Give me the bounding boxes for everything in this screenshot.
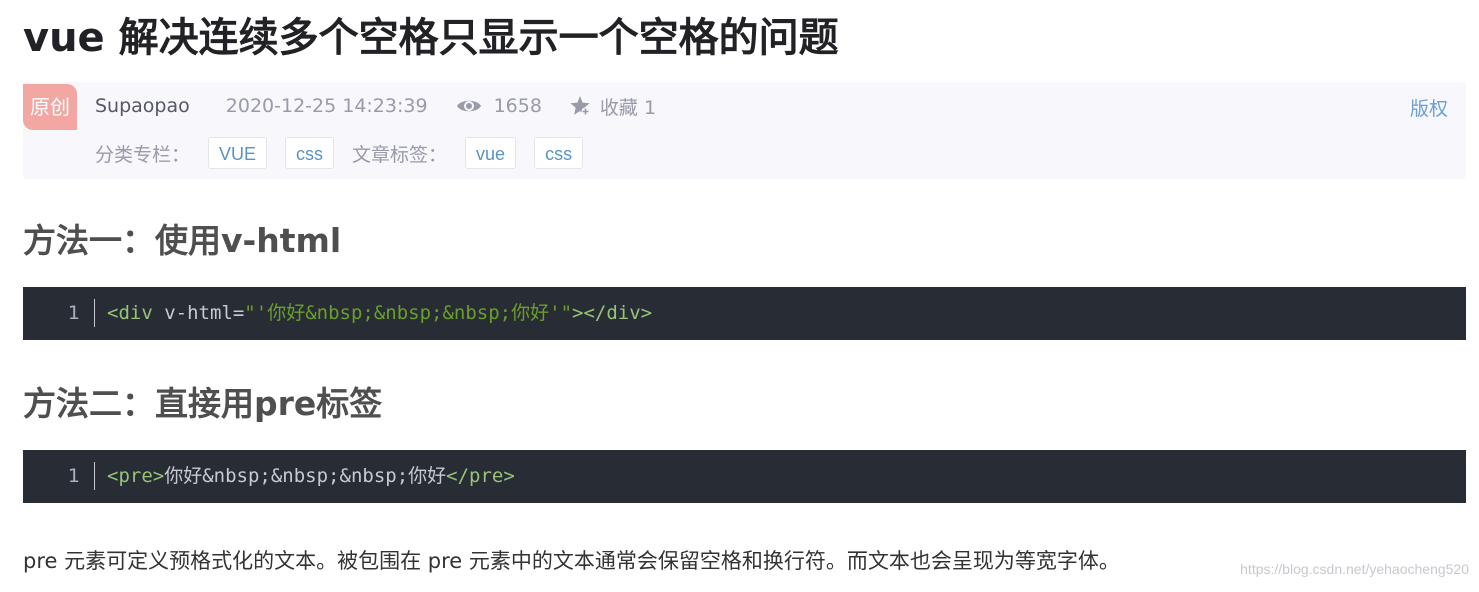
favorite-button[interactable]: 收藏 1 bbox=[600, 93, 656, 120]
line-number-divider bbox=[94, 462, 95, 490]
article-tag-css[interactable]: css bbox=[534, 137, 584, 169]
code-text: 你好 bbox=[511, 302, 550, 324]
article-title: vue 解决连续多个空格只显示一个空格的问题 bbox=[23, 15, 839, 61]
code-tag-close: ></div> bbox=[572, 302, 653, 324]
code-entity: &nbsp; bbox=[270, 465, 340, 487]
line-number: 1 bbox=[67, 302, 80, 324]
code-entity: &nbsp; bbox=[202, 465, 271, 487]
eye-icon bbox=[456, 100, 481, 112]
code-entity: &nbsp; bbox=[442, 302, 512, 324]
publish-date: 2020-12-25 14:23:39 bbox=[225, 95, 428, 117]
code-string-quote: "' bbox=[244, 302, 268, 324]
meta-tags-row: 分类专栏： VUE css 文章标签： vue css bbox=[95, 135, 601, 171]
article-meta-box: 原创 Supaopao 2020-12-25 14:23:39 1658 收藏 … bbox=[23, 82, 1466, 179]
section-heading-method-1: 方法一：使用v-html bbox=[23, 221, 342, 260]
body-paragraph: pre 元素可定义预格式化的文本。被包围在 pre 元素中的文本通常会保留空格和… bbox=[23, 549, 1120, 573]
code-tag-open: <pre> bbox=[107, 465, 165, 487]
code-line: <pre>你好&nbsp;&nbsp;&nbsp;你好</pre> bbox=[107, 450, 515, 503]
view-count: 1658 bbox=[493, 95, 542, 117]
code-entity: &nbsp; bbox=[339, 465, 409, 487]
meta-info-row: Supaopao 2020-12-25 14:23:39 1658 收藏 1 bbox=[95, 92, 656, 120]
line-number: 1 bbox=[67, 465, 80, 487]
code-entity: &nbsp; bbox=[373, 302, 443, 324]
code-text: 你好 bbox=[164, 465, 203, 487]
code-text: 你好 bbox=[408, 465, 447, 487]
line-number-divider bbox=[94, 299, 95, 327]
author-link[interactable]: Supaopao bbox=[95, 95, 190, 117]
code-tag-open: <div bbox=[107, 302, 153, 324]
original-badge: 原创 bbox=[23, 84, 77, 130]
section-heading-method-2: 方法二：直接用pre标签 bbox=[23, 384, 383, 423]
code-attr: v-html bbox=[152, 302, 233, 324]
category-tag-css[interactable]: css bbox=[285, 137, 335, 169]
code-block-method-2: 1 <pre>你好&nbsp;&nbsp;&nbsp;你好</pre> bbox=[23, 450, 1466, 503]
star-icon[interactable] bbox=[568, 94, 592, 118]
article-tag-vue[interactable]: vue bbox=[465, 137, 517, 169]
code-entity: &nbsp; bbox=[305, 302, 374, 324]
category-tag-vue[interactable]: VUE bbox=[208, 137, 268, 169]
code-tag-close: </pre> bbox=[446, 465, 515, 487]
code-block-method-1: 1 <div v-html="'你好&nbsp;&nbsp;&nbsp;你好'"… bbox=[23, 287, 1466, 340]
code-string-quote: '" bbox=[549, 302, 573, 324]
tags-label: 文章标签： bbox=[352, 143, 448, 166]
code-text: 你好 bbox=[267, 302, 306, 324]
code-line: <div v-html="'你好&nbsp;&nbsp;&nbsp;你好'"><… bbox=[107, 287, 652, 340]
watermark: https://blog.csdn.net/yehaocheng520 bbox=[1240, 561, 1469, 577]
category-label: 分类专栏： bbox=[95, 143, 191, 166]
code-eq: = bbox=[232, 302, 245, 324]
copyright-link[interactable]: 版权 bbox=[1410, 94, 1448, 121]
